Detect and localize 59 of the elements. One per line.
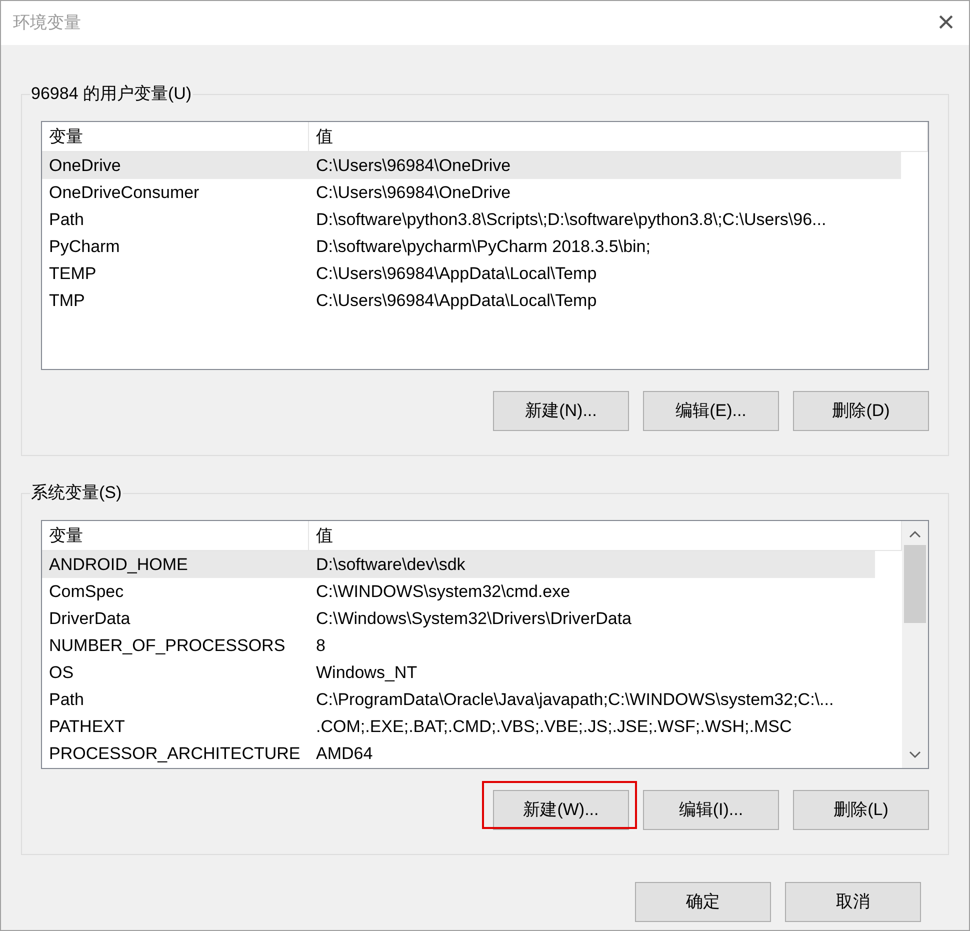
dialog-button[interactable]: 取消 [785, 882, 921, 922]
table-cell-text: Windows_NT [315, 662, 418, 684]
table-cell-text: D:\software\dev\sdk [315, 554, 466, 576]
column-header[interactable]: 值 [309, 122, 928, 151]
list-row[interactable]: OS Windows_NT [42, 659, 875, 686]
column-header[interactable]: 变量 [42, 521, 309, 550]
table-cell-text: TEMP [48, 262, 98, 285]
list-row[interactable]: TMP C:\Users\96984\AppData\Local\Temp [42, 287, 901, 314]
table-cell-text: AMD64 [315, 742, 374, 765]
table-cell-text: C:\Users\96984\AppData\Local\Temp [315, 262, 598, 285]
table-cell-text: OneDriveConsumer [48, 182, 200, 204]
table-cell-text: ComSpec [48, 580, 125, 603]
list-row[interactable]: ComSpec C:\WINDOWS\system32\cmd.exe [42, 578, 875, 605]
close-button[interactable]: × [923, 1, 969, 45]
dialog-button[interactable]: 删除(L) [793, 790, 929, 830]
dialog-button[interactable]: 确定 [635, 882, 771, 922]
table-cell-text: C:\Windows\System32\Drivers\DriverData [315, 608, 633, 630]
list-row[interactable]: PyCharm D:\software\pycharm\PyCharm 2018.3.5\bin; [42, 233, 901, 260]
table-cell-text: C:\Users\96984\OneDrive [315, 154, 512, 177]
table-cell-text: PROCESSOR_ARCHITECTURE [48, 742, 302, 765]
table-cell-text: NUMBER_OF_PROCESSORS [48, 634, 286, 657]
dialog-button[interactable]: 新建(W)... [493, 790, 629, 830]
window-title: 环境变量 [13, 12, 81, 34]
table-cell-text: D:\software\python3.8\Scripts\;D:\software\python3.8\;C:\Users\96... [315, 208, 828, 231]
column-header[interactable]: 变量 [42, 122, 309, 151]
table-cell-text: .COM;.EXE;.BAT;.CMD;.VBS;.VBE;.JS;.JSE;.WSF;.WSH;.MSC [315, 716, 793, 738]
dialog-button[interactable]: 新建(N)... [493, 391, 629, 431]
table-cell-text: 8 [315, 634, 326, 657]
scrollbar[interactable] [902, 521, 928, 768]
table-cell-text: C:\Users\96984\OneDrive [315, 182, 512, 204]
list-row[interactable]: DriverData C:\Windows\System32\Drivers\DriverData [42, 605, 875, 632]
dialog-button[interactable]: 删除(D) [793, 391, 929, 431]
list-row[interactable]: OneDrive C:\Users\96984\OneDrive [42, 152, 901, 179]
table-cell-text: Path [48, 208, 85, 231]
table-cell-text: C:\WINDOWS\system32\cmd.exe [315, 580, 572, 603]
table-cell-text: TMP [48, 290, 86, 312]
table-cell-text: PyCharm [48, 236, 121, 258]
list-row[interactable]: PROCESSOR_ARCHITECTURE AMD64 [42, 740, 875, 767]
table-cell-text: DriverData [48, 608, 132, 630]
scroll-up-icon[interactable] [908, 529, 922, 539]
list-row[interactable]: Path D:\software\python3.8\Scripts\;D:\software\python3.8\;C:\Users\96... [42, 206, 901, 233]
scrollbar-thumb[interactable] [904, 545, 926, 623]
table-cell-text: ANDROID_HOME [48, 554, 189, 576]
list-row[interactable]: ANDROID_HOME D:\software\dev\sdk [42, 551, 875, 578]
list-row[interactable]: Path C:\ProgramData\Oracle\Java\javapath;C:\WINDOWS\system32;C:\... [42, 686, 875, 713]
table-cell-text: OneDrive [48, 154, 122, 177]
table-cell-text: OS [48, 662, 75, 684]
table-cell-text: C:\Users\96984\AppData\Local\Temp [315, 290, 598, 312]
table-cell-text: PATHEXT [48, 716, 126, 738]
list-row[interactable]: NUMBER_OF_PROCESSORS 8 [42, 632, 875, 659]
table-cell-text: C:\ProgramData\Oracle\Java\javapath;C:\WINDOWS\system32;C:\... [315, 688, 835, 711]
scroll-down-icon[interactable] [908, 750, 922, 760]
table-cell-text: D:\software\pycharm\PyCharm 2018.3.5\bin; [315, 236, 652, 258]
list-row[interactable]: PATHEXT .COM;.EXE;.BAT;.CMD;.VBS;.VBE;.JS;.JSE;.WSF;.WSH;.MSC [42, 713, 875, 740]
table-cell-text: Path [48, 688, 85, 711]
list-row[interactable]: TEMP C:\Users\96984\AppData\Local\Temp [42, 260, 901, 287]
list-row[interactable]: OneDriveConsumer C:\Users\96984\OneDrive [42, 179, 901, 206]
dialog-button[interactable]: 编辑(E)... [643, 391, 779, 431]
dialog-button[interactable]: 编辑(I)... [643, 790, 779, 830]
